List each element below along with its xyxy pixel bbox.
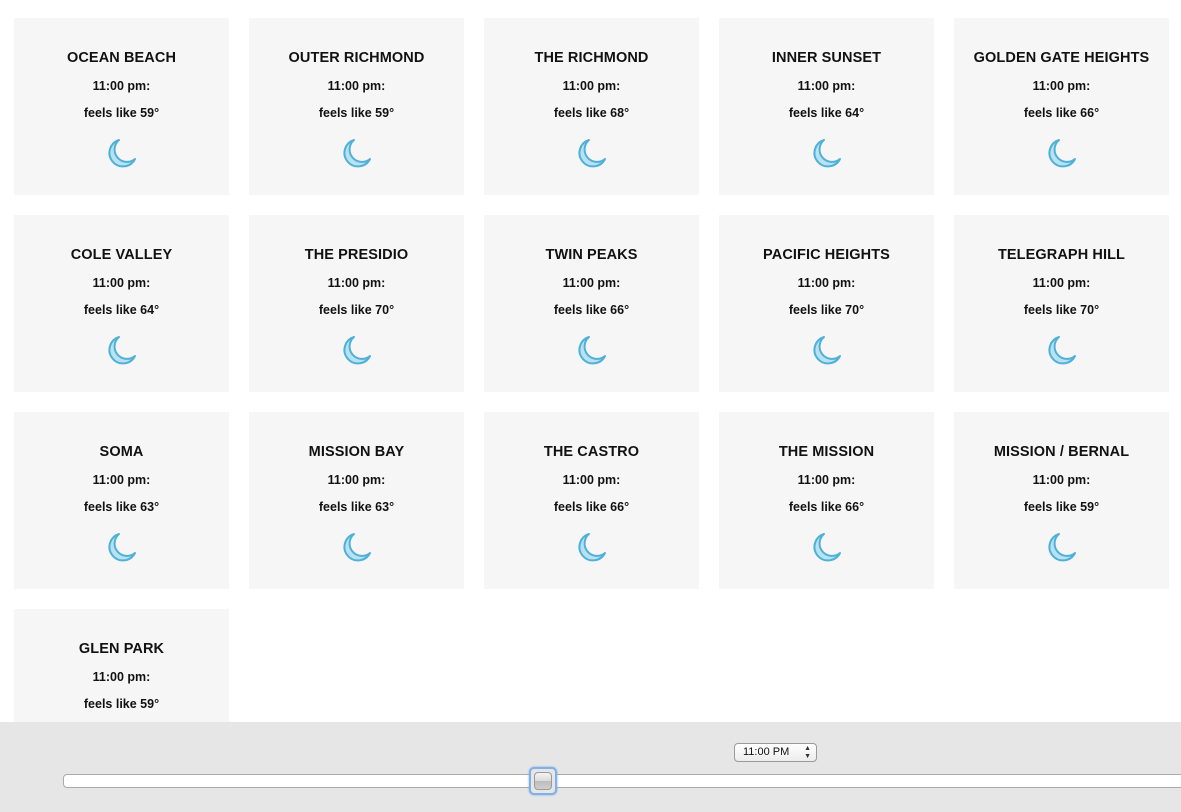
feels-like-temp: feels like 64° bbox=[788, 106, 865, 120]
feels-like-temp: feels like 66° bbox=[553, 303, 630, 317]
forecast-time: 11:00 pm: bbox=[562, 276, 621, 290]
forecast-time: 11:00 pm: bbox=[92, 670, 151, 684]
moon-icon bbox=[1048, 336, 1076, 365]
neighborhood-card: SOMA 11:00 pm: feels like 63° bbox=[14, 412, 229, 589]
forecast-time: 11:00 pm: bbox=[327, 79, 386, 93]
feels-like-temp: feels like 66° bbox=[553, 500, 630, 514]
forecast-time: 11:00 pm: bbox=[92, 79, 151, 93]
feels-like-temp: feels like 59° bbox=[318, 106, 395, 120]
forecast-time: 11:00 pm: bbox=[92, 276, 151, 290]
feels-like-temp: feels like 59° bbox=[83, 106, 160, 120]
neighborhood-card: MISSION BAY 11:00 pm: feels like 63° bbox=[249, 412, 464, 589]
forecast-time: 11:00 pm: bbox=[327, 473, 386, 487]
feels-like-temp: feels like 70° bbox=[1023, 303, 1100, 317]
feels-like-temp: feels like 66° bbox=[788, 500, 865, 514]
forecast-time: 11:00 pm: bbox=[797, 276, 856, 290]
slider-grip bbox=[534, 772, 552, 790]
moon-icon bbox=[813, 139, 841, 168]
feels-like-temp: feels like 66° bbox=[1023, 106, 1100, 120]
forecast-time: 11:00 pm: bbox=[1032, 276, 1091, 290]
moon-icon bbox=[813, 336, 841, 365]
moon-icon bbox=[343, 139, 371, 168]
moon-icon bbox=[108, 139, 136, 168]
moon-icon bbox=[1048, 139, 1076, 168]
moon-icon bbox=[343, 336, 371, 365]
forecast-time: 11:00 pm: bbox=[797, 79, 856, 93]
forecast-time: 11:00 pm: bbox=[562, 79, 621, 93]
moon-icon bbox=[813, 533, 841, 562]
forecast-time: 11:00 pm: bbox=[562, 473, 621, 487]
time-slider-track[interactable] bbox=[63, 774, 1181, 788]
feels-like-temp: feels like 59° bbox=[83, 697, 160, 711]
feels-like-temp: feels like 68° bbox=[553, 106, 630, 120]
neighborhood-card: GLEN PARK 11:00 pm: feels like 59° bbox=[14, 609, 229, 722]
neighborhood-card: TWIN PEAKS 11:00 pm: feels like 66° bbox=[484, 215, 699, 392]
neighborhood-name: COLE VALLEY bbox=[70, 247, 173, 263]
neighborhood-card: GOLDEN GATE HEIGHTS 11:00 pm: feels like 6… bbox=[954, 18, 1169, 195]
feels-like-temp: feels like 59° bbox=[1023, 500, 1100, 514]
moon-icon bbox=[343, 533, 371, 562]
forecast-time: 11:00 pm: bbox=[1032, 79, 1091, 93]
forecast-time: 11:00 pm: bbox=[92, 473, 151, 487]
moon-icon bbox=[578, 533, 606, 562]
forecast-time: 11:00 pm: bbox=[327, 276, 386, 290]
forecast-time: 11:00 pm: bbox=[797, 473, 856, 487]
feels-like-temp: feels like 63° bbox=[318, 500, 395, 514]
neighborhood-card: THE RICHMOND 11:00 pm: feels like 68° bbox=[484, 18, 699, 195]
neighborhood-grid: OCEAN BEACH 11:00 pm: feels like 59° OUTER … bbox=[0, 0, 1181, 722]
moon-icon bbox=[1048, 533, 1076, 562]
neighborhood-name: OUTER RICHMOND bbox=[288, 50, 425, 66]
feels-like-temp: feels like 70° bbox=[788, 303, 865, 317]
feels-like-temp: feels like 70° bbox=[318, 303, 395, 317]
select-arrows-icon: ▲ ▼ bbox=[804, 745, 811, 760]
feels-like-temp: feels like 63° bbox=[83, 500, 160, 514]
neighborhood-name: MISSION / BERNAL bbox=[993, 444, 1130, 460]
neighborhood-name: OCEAN BEACH bbox=[66, 50, 177, 66]
moon-icon bbox=[578, 336, 606, 365]
time-control-bar: 11:00 PM ▲ ▼ bbox=[0, 722, 1181, 812]
moon-icon bbox=[108, 336, 136, 365]
neighborhood-name: MISSION BAY bbox=[308, 444, 405, 460]
neighborhood-name: PACIFIC HEIGHTS bbox=[763, 247, 890, 263]
neighborhood-name: THE MISSION bbox=[778, 444, 875, 460]
forecast-time: 11:00 pm: bbox=[1032, 473, 1091, 487]
moon-icon bbox=[108, 533, 136, 562]
neighborhood-card: MISSION / BERNAL 11:00 pm: feels like 59° bbox=[954, 412, 1169, 589]
neighborhood-name: THE PRESIDIO bbox=[304, 247, 409, 263]
neighborhood-card: THE PRESIDIO 11:00 pm: feels like 70° bbox=[249, 215, 464, 392]
neighborhood-card: THE CASTRO 11:00 pm: feels like 66° bbox=[484, 412, 699, 589]
moon-icon bbox=[578, 139, 606, 168]
neighborhood-card: OUTER RICHMOND 11:00 pm: feels like 59° bbox=[249, 18, 464, 195]
neighborhood-name: GOLDEN GATE HEIGHTS bbox=[973, 50, 1150, 66]
neighborhood-name: SOMA bbox=[99, 444, 144, 460]
neighborhood-name: THE CASTRO bbox=[543, 444, 640, 460]
neighborhood-name: GLEN PARK bbox=[78, 641, 165, 657]
neighborhood-name: TELEGRAPH HILL bbox=[997, 247, 1126, 263]
neighborhood-name: INNER SUNSET bbox=[771, 50, 882, 66]
neighborhood-card: TELEGRAPH HILL 11:00 pm: feels like 70° bbox=[954, 215, 1169, 392]
neighborhood-name: TWIN PEAKS bbox=[545, 247, 638, 263]
neighborhood-card: INNER SUNSET 11:00 pm: feels like 64° bbox=[719, 18, 934, 195]
time-select[interactable]: 11:00 PM ▲ ▼ bbox=[734, 743, 817, 762]
feels-like-temp: feels like 64° bbox=[83, 303, 160, 317]
time-select-value: 11:00 PM bbox=[743, 746, 790, 758]
neighborhood-name: THE RICHMOND bbox=[534, 50, 649, 66]
time-slider-handle[interactable] bbox=[529, 767, 557, 795]
neighborhood-card: PACIFIC HEIGHTS 11:00 pm: feels like 70° bbox=[719, 215, 934, 392]
neighborhood-card: COLE VALLEY 11:00 pm: feels like 64° bbox=[14, 215, 229, 392]
neighborhood-card: THE MISSION 11:00 pm: feels like 66° bbox=[719, 412, 934, 589]
neighborhood-card: OCEAN BEACH 11:00 pm: feels like 59° bbox=[14, 18, 229, 195]
